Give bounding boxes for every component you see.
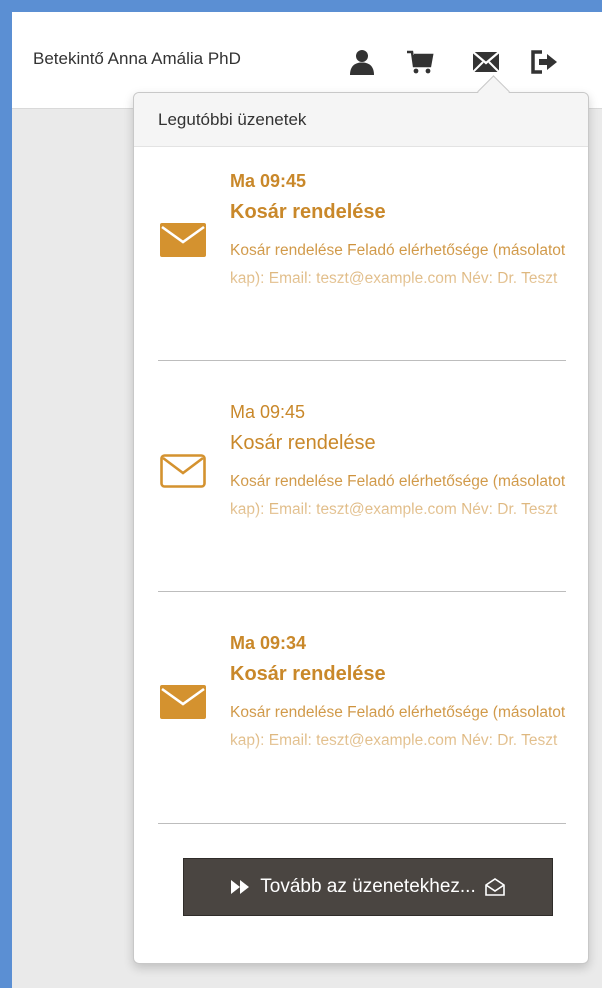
- dropdown-header: Legutóbbi üzenetek: [134, 93, 588, 147]
- window-frame-top: [0, 0, 602, 12]
- envelope-open-icon: [484, 878, 505, 896]
- message-time: Ma 09:45: [230, 402, 306, 422]
- envelope-outline-icon: [160, 454, 206, 488]
- message-item[interactable]: Ma 09:34 Kosár rendelése Kosár rendelése…: [158, 633, 566, 813]
- user-icon[interactable]: [348, 49, 376, 75]
- message-title: Kosár rendelése: [230, 432, 376, 454]
- message-preview: Kosár rendelése Feladó elérhetősége (más…: [230, 242, 566, 287]
- envelope-filled-icon: [160, 685, 206, 719]
- message-preview: Kosár rendelése Feladó elérhetősége (más…: [230, 473, 566, 518]
- more-messages-button[interactable]: Tovább az üzenetekhez...: [183, 858, 553, 916]
- messages-dropdown: Legutóbbi üzenetek Ma 09:45 Kosár rendel…: [133, 92, 589, 964]
- user-name[interactable]: Betekintő Anna Amália PhD: [33, 49, 241, 69]
- message-item[interactable]: Ma 09:45 Kosár rendelése Kosár rendelése…: [158, 171, 566, 351]
- envelope-filled-icon: [160, 223, 206, 257]
- message-divider: [158, 360, 566, 361]
- window-frame-left: [0, 0, 12, 988]
- message-title: Kosár rendelése: [230, 663, 386, 685]
- message-divider: [158, 823, 566, 824]
- more-messages-label: Tovább az üzenetekhez...: [260, 876, 476, 897]
- message-title: Kosár rendelése: [230, 201, 386, 223]
- logout-icon[interactable]: [530, 49, 558, 75]
- cart-icon[interactable]: [406, 49, 434, 75]
- message-time: Ma 09:34: [230, 633, 307, 653]
- message-divider: [158, 591, 566, 592]
- envelope-icon[interactable]: [472, 49, 500, 75]
- message-preview: Kosár rendelése Feladó elérhetősége (más…: [230, 704, 566, 749]
- message-item[interactable]: Ma 09:45 Kosár rendelése Kosár rendelése…: [158, 402, 566, 582]
- message-time: Ma 09:45: [230, 171, 307, 191]
- fast-forward-icon: [231, 880, 250, 894]
